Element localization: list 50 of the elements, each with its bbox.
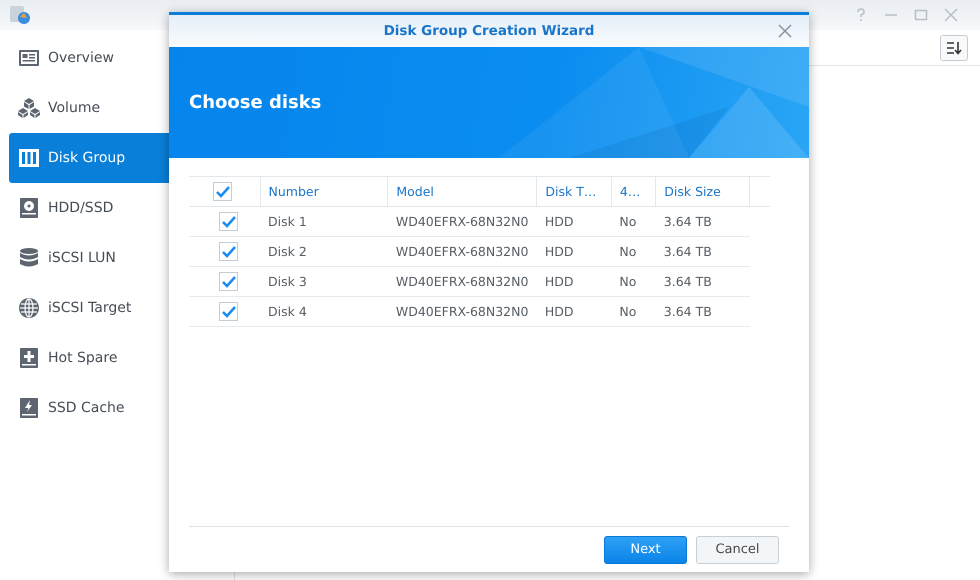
row-checkbox[interactable]	[219, 212, 238, 231]
table-cell: HDD	[536, 236, 612, 266]
table-cell: 3.64 TB	[656, 266, 750, 296]
column-header[interactable]: Model	[388, 176, 537, 206]
dialog-title: Disk Group Creation Wizard	[384, 23, 594, 39]
close-icon[interactable]	[778, 24, 792, 38]
table-cell: WD40EFRX-68N32N0	[388, 236, 537, 266]
database-icon	[18, 247, 40, 269]
lightning-drive-icon	[18, 397, 40, 419]
sort-button[interactable]	[940, 34, 968, 60]
row-checkbox[interactable]	[219, 242, 238, 261]
table-cell: WD40EFRX-68N32N0	[388, 296, 537, 326]
sidebar-item[interactable]: iSCSI LUN	[9, 233, 234, 283]
column-header[interactable]: Disk T…	[536, 176, 612, 206]
table-cell: HDD	[536, 266, 612, 296]
cancel-button[interactable]: Cancel	[696, 536, 779, 564]
row-checkbox[interactable]	[219, 302, 238, 321]
sort-icon	[946, 40, 962, 54]
plus-drive-icon	[18, 347, 40, 369]
sidebar-item[interactable]: SSD Cache	[9, 383, 234, 433]
sidebar-item[interactable]: Hot Spare	[9, 333, 234, 383]
table-cell: 3.64 TB	[656, 236, 750, 266]
column-header[interactable]: Disk Size	[656, 176, 750, 206]
row-checkbox[interactable]	[219, 272, 238, 291]
table-cell: Disk 2	[260, 236, 388, 266]
table-cell: WD40EFRX-68N32N0	[388, 266, 537, 296]
cubes-icon	[18, 97, 40, 119]
table-cell: 3.64 TB	[656, 206, 750, 236]
table-cell: 3.64 TB	[656, 296, 750, 326]
step-heading: Choose disks	[189, 92, 322, 113]
table-cell: No	[611, 206, 656, 236]
table-cell: HDD	[536, 296, 612, 326]
table-cell: Disk 1	[260, 206, 388, 236]
table-cell: Disk 4	[260, 296, 388, 326]
table-cell: HDD	[536, 206, 612, 236]
table-cell: No	[611, 236, 656, 266]
table-cell: No	[611, 296, 656, 326]
globe-icon	[18, 297, 40, 319]
table-cell: Disk 3	[260, 266, 388, 296]
columns-icon	[18, 147, 40, 169]
sidebar-item[interactable]: iSCSI Target	[9, 283, 234, 333]
table-cell: WD40EFRX-68N32N0	[388, 206, 537, 236]
app-icon	[9, 5, 31, 25]
sidebar-item[interactable]: Overview	[9, 33, 234, 83]
column-header[interactable]: 4…	[611, 176, 656, 206]
select-all-checkbox[interactable]	[213, 182, 232, 201]
sidebar-item[interactable]: HDD/SSD	[9, 183, 234, 233]
column-header[interactable]: Number	[260, 176, 388, 206]
table-cell: No	[611, 266, 656, 296]
id-card-icon	[18, 47, 40, 69]
